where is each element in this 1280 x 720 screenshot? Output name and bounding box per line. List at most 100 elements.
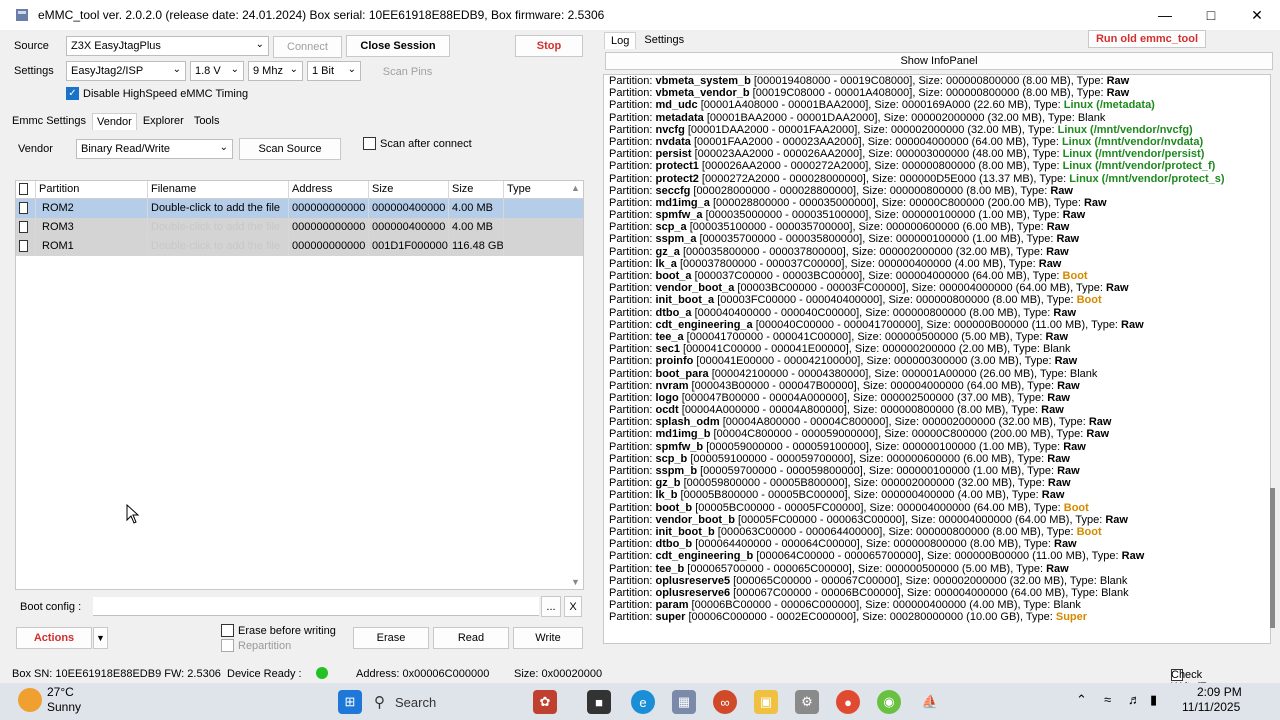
log-partition-name: protect1 (655, 160, 699, 173)
show-infopanel-button[interactable]: Show InfoPanel (605, 52, 1273, 70)
log-prefix: Partition: (609, 343, 656, 356)
weather-temp[interactable]: 27°C (47, 685, 74, 699)
cell-filename[interactable]: Double-click to add the file (148, 218, 289, 237)
log-partition-name: super (655, 611, 686, 624)
bus-select[interactable]: 1 Bit ⌄ (307, 61, 361, 81)
chevron-down-icon: ⌄ (255, 39, 264, 50)
table-scrollbar[interactable]: ▲ ▼ (568, 181, 583, 589)
log-prefix: Partition: (609, 233, 656, 246)
browse-button[interactable]: ... (541, 596, 561, 617)
emmc-tool-taskbar-icon[interactable]: ▦ (672, 690, 696, 714)
erase-before-writing-checkbox[interactable]: Erase before writing (221, 624, 336, 637)
column-filename[interactable]: Filename (148, 181, 289, 198)
tab-log[interactable]: Log (604, 32, 637, 49)
repartition-checkbox[interactable]: Repartition (221, 639, 291, 652)
clock-time[interactable]: 2:09 PM (1197, 685, 1242, 699)
task-view-icon[interactable]: ■ (587, 690, 611, 714)
chrome-icon[interactable]: ● (836, 690, 860, 714)
scroll-up-icon[interactable]: ▲ (571, 183, 580, 193)
tab-tools[interactable]: Tools (190, 113, 224, 130)
close-icon[interactable]: ✕ (1234, 0, 1280, 30)
log-partition-name: metadata (655, 111, 704, 124)
log-partition-name: proinfo (655, 355, 694, 368)
checkbox-icon[interactable] (19, 202, 28, 214)
select-all-checkbox[interactable] (16, 181, 36, 198)
vendor-select[interactable]: Binary Read/Write ⌄ (76, 139, 233, 159)
tab-vendor[interactable]: Vendor (91, 113, 137, 130)
voltage-select[interactable]: 1.8 V ⌄ (190, 61, 244, 81)
column-partition[interactable]: Partition (36, 181, 148, 198)
minimize-icon[interactable]: — (1142, 0, 1188, 30)
clock-value: 9 Mhz (253, 65, 283, 77)
log-type: Raw (1121, 550, 1145, 563)
scroll-down-icon[interactable]: ▼ (571, 577, 580, 587)
app-icon-ship[interactable]: ⛵ (918, 690, 942, 714)
log-scrollbar[interactable] (1270, 488, 1275, 628)
write-button[interactable]: Write (513, 627, 583, 649)
checkbox-icon[interactable] (19, 221, 28, 233)
tab-explorer[interactable]: Explorer (139, 113, 188, 130)
column-size-hex[interactable]: Size (369, 181, 449, 198)
column-size[interactable]: Size (449, 181, 504, 198)
app-icon-flower[interactable]: ✿ (533, 690, 557, 714)
android-icon[interactable]: ◉ (877, 690, 901, 714)
cell-filename[interactable]: Double-click to add the file (148, 237, 289, 256)
weather-label[interactable]: Sunny (47, 700, 81, 714)
app-icon-tool[interactable]: ⚙ (795, 690, 819, 714)
battery-icon[interactable]: ▮ (1150, 692, 1157, 708)
table-row[interactable]: ROM3 Double-click to add the file 000000… (16, 218, 583, 237)
log-partition-name: md_udc (655, 99, 698, 112)
log-panel[interactable]: Partition: vbmeta_system_b [000019408000… (603, 74, 1271, 644)
log-details: [000037C00000 - 00003BC00000], Size: 000… (691, 270, 1063, 282)
column-address[interactable]: Address (289, 181, 369, 198)
volume-icon[interactable]: ♬ (1128, 692, 1141, 707)
disable-hs-checkbox[interactable]: ✓ Disable HighSpeed eMMC Timing (66, 87, 248, 100)
close-session-button[interactable]: Close Session (346, 35, 450, 57)
file-explorer-icon[interactable]: ▣ (754, 690, 778, 714)
wifi-icon[interactable]: ≈ (1104, 692, 1111, 707)
app-icon-red[interactable]: ∞ (713, 690, 737, 714)
cell-address: 000000000000 (289, 218, 369, 237)
erase-button[interactable]: Erase (353, 627, 429, 649)
clock-date[interactable]: 11/11/2025 (1182, 700, 1240, 714)
actions-button[interactable]: Actions (16, 627, 92, 649)
stop-button[interactable]: Stop (515, 35, 583, 57)
maximize-icon[interactable]: □ (1188, 0, 1234, 30)
weather-sun-icon[interactable] (18, 688, 42, 712)
connect-button[interactable]: Connect (273, 36, 342, 58)
log-line: Partition: boot_b [00005BC00000 - 00005F… (604, 502, 1270, 514)
edge-browser-icon[interactable]: e (631, 690, 655, 714)
table-row[interactable]: ROM1 Double-click to add the file 000000… (16, 237, 583, 256)
table-row[interactable]: ROM2 Double-click to add the file 000000… (16, 199, 583, 218)
boot-config-input[interactable] (93, 597, 539, 616)
chevron-up-icon[interactable]: ⌃ (1076, 692, 1087, 708)
checkbox-icon[interactable] (19, 240, 28, 252)
scan-source-button[interactable]: Scan Source (239, 138, 341, 160)
tab-emmc-settings[interactable]: Emmc Settings (8, 113, 90, 130)
scan-after-connect-checkbox[interactable]: Scan after connect (363, 137, 472, 150)
log-line: Partition: logo [000047B00000 - 00004A00… (604, 392, 1270, 404)
log-prefix: Partition: (609, 355, 656, 368)
read-button[interactable]: Read (433, 627, 509, 649)
taskbar-search[interactable]: ⚲ Search (374, 688, 514, 716)
log-details: [00004C800000 - 000059000000], Size: 000… (710, 428, 1087, 441)
log-prefix: Partition: (609, 306, 656, 319)
scan-pins-button[interactable]: Scan Pins (365, 61, 450, 83)
column-type[interactable]: Type (504, 181, 569, 198)
settings-select[interactable]: EasyJtag2/ISP ⌄ (66, 61, 186, 81)
source-select[interactable]: Z3X EasyJtagPlus ⌄ (66, 36, 269, 56)
log-details: [000035800000 - 000037800000], Size: 000… (679, 245, 1047, 258)
chevron-down-icon: ⌄ (230, 64, 239, 75)
cell-filename[interactable]: Double-click to add the file (148, 199, 289, 218)
clock-select[interactable]: 9 Mhz ⌄ (248, 61, 303, 81)
log-line: Partition: metadata [00001BAA2000 - 0000… (604, 112, 1270, 124)
log-type: Raw (1121, 318, 1144, 331)
windows-start-icon[interactable]: ⊞ (338, 690, 362, 714)
log-partition-name: vendor_boot_a (655, 282, 735, 295)
log-prefix: Partition: (609, 196, 656, 209)
tab-settings[interactable]: Settings (638, 32, 690, 49)
run-old-emmc-tool-button[interactable]: Run old emmc_tool (1088, 30, 1206, 48)
clear-button[interactable]: X (564, 596, 582, 617)
actions-dropdown-icon[interactable]: ▼ (93, 627, 108, 649)
log-type: Raw (1053, 306, 1077, 319)
